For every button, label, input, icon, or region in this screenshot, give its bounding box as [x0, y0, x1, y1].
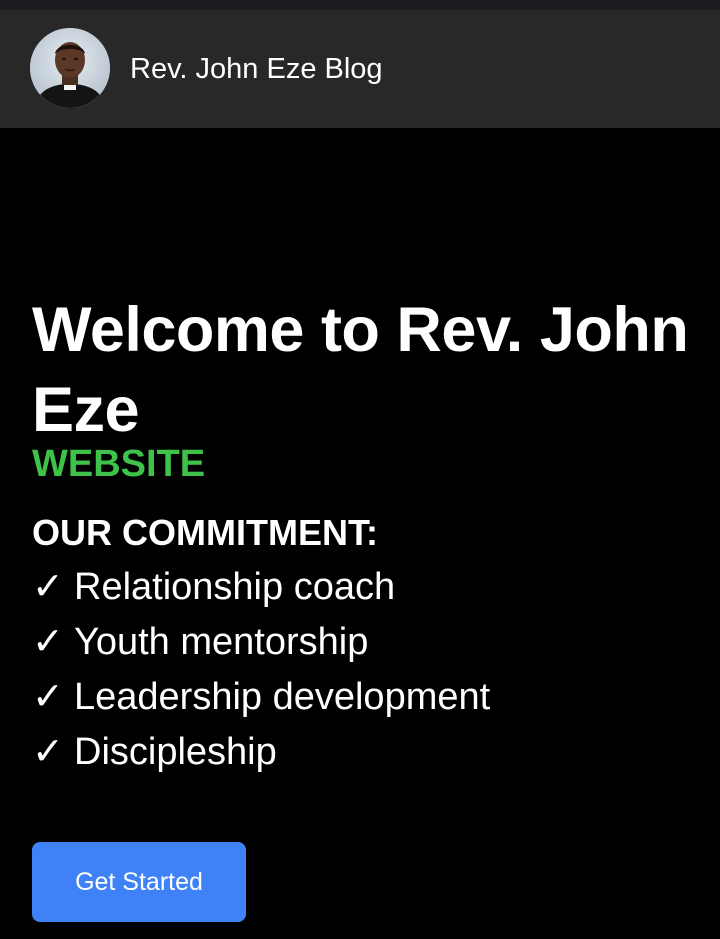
hero-title: Welcome to Rev. John Eze: [32, 295, 689, 445]
commitment-list: ✓ Relationship coach ✓ Youth mentorship ✓ L…: [32, 560, 692, 780]
commitment-item: ✓ Youth mentorship: [32, 615, 692, 670]
commitment-item: ✓ Leadership development: [32, 670, 692, 725]
commitment-heading: OUR COMMITMENT:: [32, 512, 378, 553]
checkmark-icon: ✓: [32, 566, 64, 608]
checkmark-icon: ✓: [32, 621, 64, 663]
commitment-label: Discipleship: [74, 731, 277, 773]
avatar[interactable]: [30, 28, 110, 108]
top-edge-strip: [0, 0, 720, 10]
checkmark-icon: ✓: [32, 676, 64, 718]
navbar: Rev. John Eze Blog: [0, 10, 720, 128]
site-title[interactable]: Rev. John Eze Blog: [130, 51, 383, 87]
hero-tagline: WEBSITE: [32, 443, 206, 485]
checkmark-icon: ✓: [32, 731, 64, 773]
commitment-item: ✓ Discipleship: [32, 725, 692, 780]
commitment-label: Relationship coach: [74, 566, 396, 608]
commitment-label: Youth mentorship: [74, 621, 369, 663]
hero-section: Welcome to Rev. John Eze WEBSITE OUR COM…: [32, 290, 692, 780]
commitment-label: Leadership development: [74, 676, 491, 718]
portrait-icon: [30, 28, 110, 108]
get-started-button[interactable]: Get Started: [32, 842, 246, 922]
commitment-item: ✓ Relationship coach: [32, 560, 692, 615]
